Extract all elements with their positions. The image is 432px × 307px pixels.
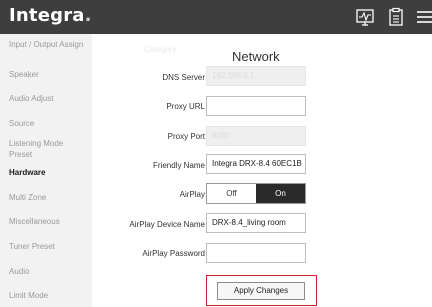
sidebar-item-multi-zone[interactable]: Multi Zone — [9, 192, 46, 203]
ghost-category-label: Category — [144, 45, 177, 54]
dns-server-label: DNS Server — [162, 73, 205, 82]
airplay-on-option[interactable]: On — [256, 184, 305, 203]
airplay-password-label: AirPlay Password — [142, 249, 205, 258]
dns-server-field: 192.168.0.1 — [206, 66, 306, 86]
airplay-toggle[interactable]: Off On — [206, 183, 306, 204]
airplay-password-input[interactable] — [206, 243, 306, 263]
sidebar-item-tuner-preset[interactable]: Tuner Preset — [9, 241, 55, 252]
sidebar-item-speaker[interactable]: Speaker — [9, 69, 39, 80]
brand-name: Integra — [9, 5, 85, 26]
brand-dot: . — [84, 5, 92, 26]
sidebar-item-audio[interactable]: Audio — [9, 266, 29, 277]
airplay-device-name-label: AirPlay Device Name — [129, 220, 205, 229]
proxy-url-label: Proxy URL — [166, 102, 205, 111]
menu-icon[interactable] — [414, 7, 432, 27]
integra-logo: Integra. — [9, 5, 92, 26]
airplay-device-name-input[interactable]: DRX-8.4_living room — [206, 213, 306, 233]
sidebar-item-hardware[interactable]: Hardware — [9, 167, 45, 178]
sidebar-item-input-output-assign[interactable]: Input / Output Assign — [9, 39, 89, 50]
monitor-icon[interactable] — [355, 7, 375, 27]
proxy-url-input[interactable] — [206, 96, 306, 116]
sidebar-item-limit-mode[interactable]: Limit Mode — [9, 290, 48, 301]
friendly-name-label: Friendly Name — [152, 161, 205, 170]
section-title: Network — [232, 49, 280, 64]
top-bar: Integra. — [0, 0, 432, 34]
friendly-name-input[interactable]: Integra DRX-8.4 60EC1B — [206, 154, 306, 174]
airplay-label: AirPlay — [179, 190, 205, 199]
network-settings-panel: Category Network DNS Server 192.168.0.1 … — [92, 34, 432, 307]
proxy-port-field: 8080 — [206, 126, 306, 146]
apply-changes-button[interactable]: Apply Changes — [217, 282, 305, 300]
sidebar-item-source[interactable]: Source — [9, 118, 34, 129]
settings-sidebar: Input / Output Assign Speaker Audio Adju… — [0, 34, 92, 307]
sidebar-item-miscellaneous[interactable]: Miscellaneous — [9, 216, 60, 227]
airplay-off-option[interactable]: Off — [207, 184, 256, 203]
sidebar-item-listening-mode-preset[interactable]: Listening Mode Preset — [9, 138, 85, 160]
clipboard-icon[interactable] — [386, 7, 406, 27]
proxy-port-label: Proxy Port — [167, 132, 205, 141]
sidebar-item-audio-adjust[interactable]: Audio Adjust — [9, 93, 53, 104]
